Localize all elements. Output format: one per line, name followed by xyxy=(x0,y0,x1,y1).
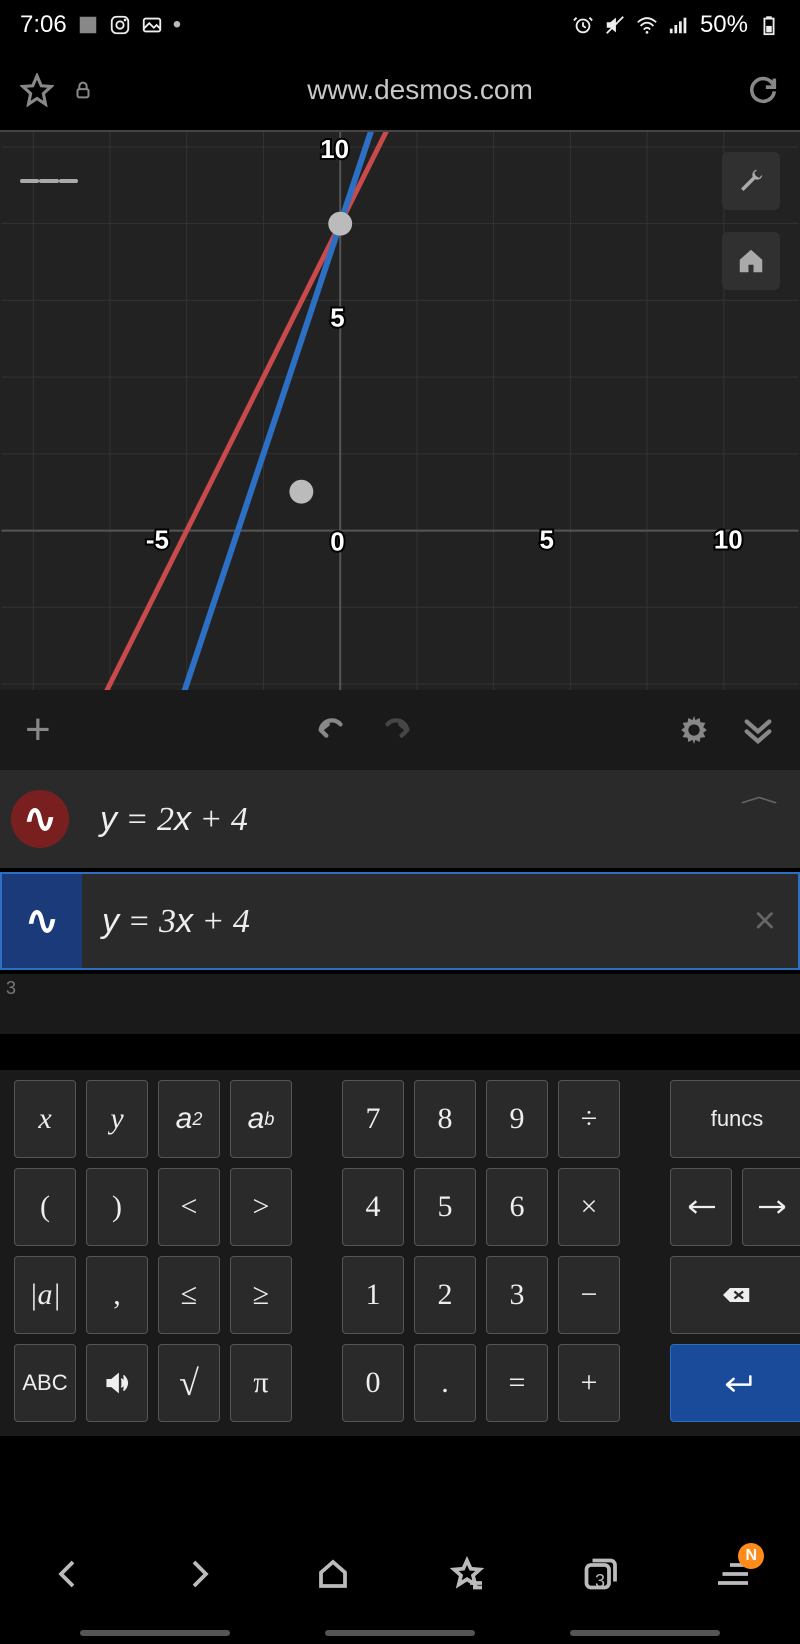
graph-plot[interactable]: 10 5 0 -5 5 10 xyxy=(0,132,800,690)
gear-icon[interactable] xyxy=(677,713,711,747)
key-pi[interactable]: π xyxy=(230,1344,292,1422)
browser-bottom-nav: 3 N xyxy=(0,1534,800,1614)
instagram-icon xyxy=(109,14,131,36)
key-0[interactable]: 0 xyxy=(342,1344,404,1422)
reload-icon[interactable] xyxy=(746,73,780,107)
browser-url-bar: www.desmos.com xyxy=(0,50,800,130)
gesture-bar xyxy=(570,1630,720,1636)
key-le[interactable]: ≤ xyxy=(158,1256,220,1334)
signal-icon xyxy=(668,14,690,36)
expression-row-2[interactable]: 2 ∿ y = 3x + 4 × xyxy=(0,872,800,970)
nav-home-button[interactable] xyxy=(308,1549,358,1599)
key-divide[interactable]: ÷ xyxy=(558,1080,620,1158)
redo-icon[interactable] xyxy=(379,713,413,747)
key-7[interactable]: 7 xyxy=(342,1080,404,1158)
chevron-up-icon[interactable]: ︿ xyxy=(740,780,778,808)
math-keyboard: x y a2 ab 7 8 9 ÷ funcs ( ) < > 4 5 6 × … xyxy=(0,1070,800,1436)
lock-icon xyxy=(72,79,94,101)
gesture-bar xyxy=(325,1630,475,1636)
nav-tabs-button[interactable]: 3 xyxy=(575,1549,625,1599)
key-6[interactable]: 6 xyxy=(486,1168,548,1246)
point-marker[interactable] xyxy=(289,480,313,504)
key-ge[interactable]: ≥ xyxy=(230,1256,292,1334)
key-a-power-b[interactable]: ab xyxy=(230,1080,292,1158)
intersection-point[interactable] xyxy=(328,212,352,236)
star-icon[interactable] xyxy=(20,73,54,107)
hamburger-menu-button[interactable] xyxy=(20,152,78,210)
key-left-arrow[interactable] xyxy=(670,1168,732,1246)
key-lparen[interactable]: ( xyxy=(14,1168,76,1246)
row-index-3: 3 xyxy=(6,978,16,999)
key-abc[interactable]: ABC xyxy=(14,1344,76,1422)
key-1[interactable]: 1 xyxy=(342,1256,404,1334)
add-expression-button[interactable]: + xyxy=(25,705,51,755)
key-equals[interactable]: = xyxy=(486,1344,548,1422)
key-sqrt[interactable]: √ xyxy=(158,1344,220,1422)
x-tick-neg5: -5 xyxy=(146,527,169,555)
battery-icon xyxy=(758,14,780,36)
expression-row-1[interactable]: ∿ y = 2x + 4 ︿ xyxy=(0,770,800,868)
battery-pct: 50% xyxy=(700,11,748,39)
close-icon[interactable]: × xyxy=(754,900,776,943)
expression-toolbar: + xyxy=(0,690,800,770)
graph-area[interactable]: 10 5 0 -5 5 10 xyxy=(0,130,800,690)
key-9[interactable]: 9 xyxy=(486,1080,548,1158)
key-times[interactable]: × xyxy=(558,1168,620,1246)
expression-row-3[interactable]: 3 xyxy=(0,974,800,1034)
series-red[interactable] xyxy=(0,132,800,690)
key-8[interactable]: 8 xyxy=(414,1080,476,1158)
key-comma[interactable]: , xyxy=(86,1256,148,1334)
expression-color-1[interactable]: ∿ xyxy=(0,770,80,868)
key-rparen[interactable]: ) xyxy=(86,1168,148,1246)
clock: 7:06 xyxy=(20,11,67,39)
key-y[interactable]: y xyxy=(86,1080,148,1158)
key-5[interactable]: 5 xyxy=(414,1168,476,1246)
nav-back-button[interactable] xyxy=(42,1549,92,1599)
key-3[interactable]: 3 xyxy=(486,1256,548,1334)
tab-count: 3 xyxy=(595,1571,605,1592)
undo-icon[interactable] xyxy=(315,713,349,747)
expression-color-2[interactable]: ∿ xyxy=(2,874,82,968)
key-dot[interactable]: . xyxy=(414,1344,476,1422)
key-4[interactable]: 4 xyxy=(342,1168,404,1246)
key-minus[interactable]: − xyxy=(558,1256,620,1334)
nav-menu-button[interactable]: N xyxy=(708,1549,758,1599)
key-funcs[interactable]: funcs xyxy=(670,1080,800,1158)
key-enter[interactable] xyxy=(670,1344,800,1422)
wrench-settings-button[interactable] xyxy=(722,152,780,210)
gesture-bar xyxy=(80,1630,230,1636)
nav-forward-button[interactable] xyxy=(175,1549,225,1599)
y-tick-10: 10 xyxy=(320,136,349,164)
key-right-arrow[interactable] xyxy=(742,1168,800,1246)
key-x[interactable]: x xyxy=(14,1080,76,1158)
key-audio[interactable] xyxy=(86,1344,148,1422)
notification-badge: N xyxy=(738,1543,764,1569)
key-lt[interactable]: < xyxy=(158,1168,220,1246)
key-gt[interactable]: > xyxy=(230,1168,292,1246)
app-icon-1 xyxy=(77,14,99,36)
x-tick-5: 5 xyxy=(540,527,554,555)
home-button[interactable] xyxy=(722,232,780,290)
key-a-squared[interactable]: a2 xyxy=(158,1080,220,1158)
key-abs[interactable]: |a| xyxy=(14,1256,76,1334)
alarm-icon xyxy=(572,14,594,36)
key-backspace[interactable] xyxy=(670,1256,800,1334)
key-2[interactable]: 2 xyxy=(414,1256,476,1334)
more-dot: • xyxy=(173,11,181,39)
expression-text-1[interactable]: y = 2x + 4 xyxy=(80,800,248,839)
y-tick-5: 5 xyxy=(330,304,344,332)
wifi-icon xyxy=(636,14,658,36)
status-bar: 7:06 • 50% xyxy=(0,0,800,50)
nav-bookmarks-button[interactable] xyxy=(442,1549,492,1599)
expression-text-2[interactable]: y = 3x + 4 xyxy=(82,902,250,941)
url-text[interactable]: www.desmos.com xyxy=(112,74,728,106)
x-tick-10: 10 xyxy=(714,527,743,555)
origin-label: 0 xyxy=(330,529,344,557)
key-plus[interactable]: + xyxy=(558,1344,620,1422)
chevron-double-down-icon[interactable] xyxy=(741,713,775,747)
series-blue[interactable] xyxy=(0,132,800,690)
image-icon xyxy=(141,14,163,36)
mute-icon xyxy=(604,14,626,36)
